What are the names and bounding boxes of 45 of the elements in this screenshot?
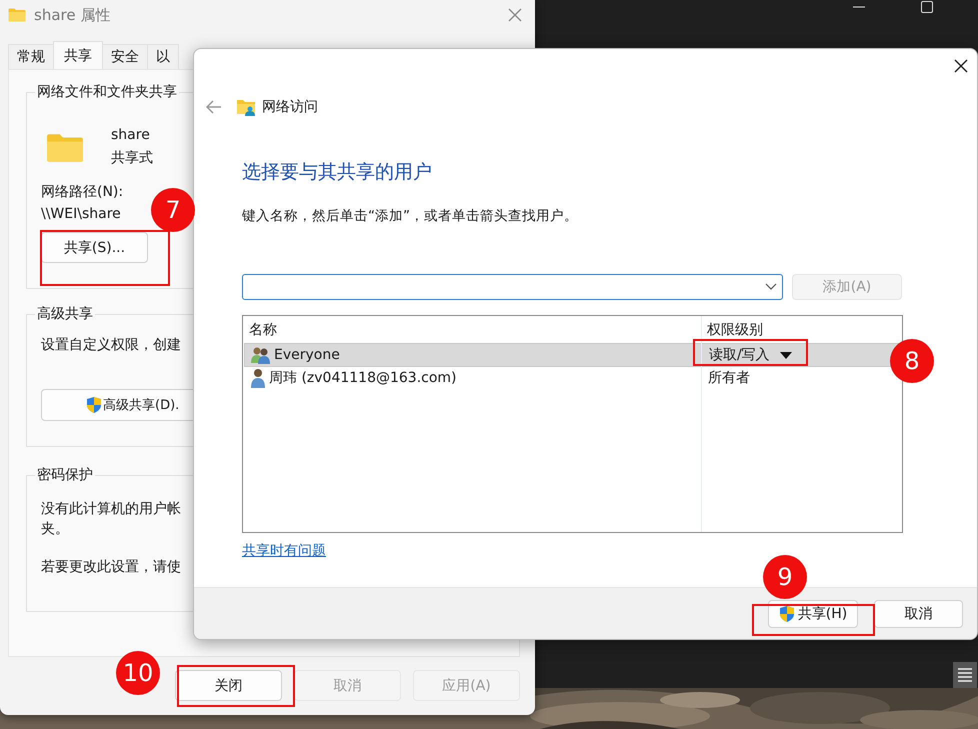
network-path: \\WEI\share <box>41 206 121 222</box>
permission-level: 所有者 <box>708 369 750 387</box>
user-name: 周玮 (zv041118@163.com) <box>269 369 457 387</box>
folder-icon <box>8 8 26 22</box>
column-header: 名称 <box>248 320 278 338</box>
description: 夹。 <box>41 521 69 537</box>
user-name: Everyone <box>274 347 340 363</box>
back-arrow-icon[interactable] <box>206 100 222 114</box>
user-row[interactable]: Everyone 读取/写入 <box>244 343 901 367</box>
dialog-button[interactable]: 共享(H) <box>768 600 858 628</box>
close-icon[interactable] <box>953 58 969 74</box>
group-title: 密码保护 <box>35 466 95 484</box>
column-header: 权限级别 <box>706 320 763 338</box>
dialog-title: 网络访问 <box>262 98 318 116</box>
user-row[interactable]: 周玮 (zv041118@163.com) 所有者 <box>244 367 864 389</box>
user-icon <box>250 368 266 388</box>
group-title: 高级共享 <box>35 305 95 323</box>
caret-icon[interactable] <box>780 352 792 358</box>
description: 没有此计算机的用户帐 <box>41 501 181 517</box>
name-combo-field[interactable] <box>242 274 783 300</box>
chevron-down-icon[interactable] <box>765 283 777 291</box>
tab[interactable]: 共享 <box>53 41 103 69</box>
folder-icon <box>46 133 84 163</box>
folder-name: share <box>111 127 151 143</box>
tab[interactable]: 以 <box>147 44 179 69</box>
window-title: share 属性 <box>34 6 112 24</box>
network-folder-icon <box>236 98 256 116</box>
note: 若要更改此设置，请使 <box>41 559 181 575</box>
shield-icon <box>778 604 795 622</box>
menu-icon[interactable] <box>953 662 977 688</box>
instruction: 键入名称，然后单击“添加”，或者单击箭头查找用户。 <box>242 208 578 224</box>
maximize-icon[interactable] <box>921 1 933 13</box>
dialog-button[interactable]: 取消 <box>874 600 963 628</box>
permission-level[interactable]: 读取/写入 <box>709 346 770 364</box>
users-icon <box>251 346 271 364</box>
share-button[interactable]: 共享(S)... <box>41 232 148 263</box>
description: 设置自定义权限，创建 <box>41 337 181 353</box>
path-label: 网络路径(N): <box>41 184 124 200</box>
tab[interactable]: 常规 <box>8 44 54 69</box>
dialog-button[interactable]: 关闭 <box>175 670 282 701</box>
group-title: 网络文件和文件夹共享 <box>35 83 179 101</box>
shield-icon <box>86 396 102 414</box>
heading: 选择要与其共享的用户 <box>242 161 432 183</box>
help-link[interactable]: 共享时有问题 <box>242 542 326 560</box>
share-status: 共享式 <box>111 149 153 167</box>
